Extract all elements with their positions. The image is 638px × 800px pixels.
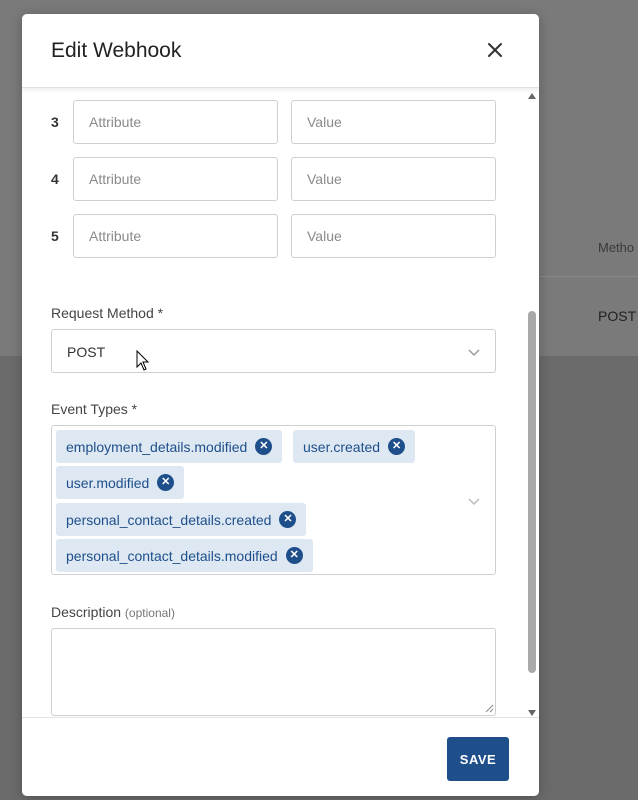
event-tag-label: personal_contact_details.modified: [66, 547, 278, 564]
optional-hint: (optional): [124, 606, 175, 620]
event-tag: user.created ✕: [293, 430, 416, 463]
save-button[interactable]: SAVE: [447, 737, 509, 781]
event-tag: employment_details.modified ✕: [56, 430, 283, 463]
close-button[interactable]: [484, 39, 506, 61]
attribute-row-4: 4: [22, 157, 539, 201]
modal-footer: SAVE: [22, 717, 539, 796]
background-column-header: Metho: [598, 240, 635, 255]
background-table-divider: [540, 276, 638, 277]
value-input-4[interactable]: [291, 157, 496, 201]
event-tag-label: user.modified: [66, 474, 150, 491]
mouse-cursor-icon: [136, 350, 150, 371]
description-textarea[interactable]: [51, 628, 496, 716]
value-input-3[interactable]: [291, 100, 496, 144]
attribute-input-3[interactable]: [73, 100, 278, 144]
scroll-up-icon[interactable]: [527, 91, 537, 101]
background-table-cell: POST: [598, 308, 637, 324]
chevron-down-icon[interactable]: [467, 494, 481, 508]
event-tag-label: employment_details.modified: [66, 438, 248, 455]
attribute-index: 5: [51, 228, 59, 244]
modal-title: Edit Webhook: [51, 39, 182, 62]
attribute-row-3: 3: [22, 100, 539, 144]
scrollbar-thumb[interactable]: [528, 311, 536, 673]
value-input-5[interactable]: [291, 214, 496, 258]
request-method-value: POST: [67, 344, 106, 360]
attribute-input-4[interactable]: [73, 157, 278, 201]
attribute-index: 3: [51, 114, 59, 130]
event-tag-label: personal_contact_details.created: [66, 511, 272, 528]
tag-remove-icon[interactable]: ✕: [279, 511, 297, 528]
tag-remove-icon[interactable]: ✕: [285, 547, 303, 564]
attribute-index: 4: [51, 171, 59, 187]
request-method-label: Request Method *: [51, 305, 164, 321]
tag-remove-icon[interactable]: ✕: [255, 438, 273, 455]
description-label: Description (optional): [51, 604, 175, 620]
description-label-text: Description: [51, 604, 122, 620]
modal-header: Edit Webhook: [22, 14, 539, 88]
event-tag: personal_contact_details.modified ✕: [56, 539, 313, 572]
event-tag-label: user.created: [303, 438, 381, 455]
event-types-multiselect[interactable]: employment_details.modified ✕ user.creat…: [51, 425, 496, 575]
event-tag: user.modified ✕: [56, 466, 185, 499]
request-method-select[interactable]: POST: [51, 329, 496, 373]
event-types-label: Event Types *: [51, 401, 138, 417]
edit-webhook-modal: Edit Webhook 3 4 5 Request Method * POST: [22, 14, 539, 796]
tag-remove-icon[interactable]: ✕: [157, 474, 175, 491]
chevron-down-icon: [468, 349, 480, 357]
close-icon: [488, 43, 502, 57]
attribute-row-5: 5: [22, 214, 539, 258]
modal-body: 3 4 5 Request Method * POST Event Types …: [22, 89, 539, 717]
event-tag: personal_contact_details.created ✕: [56, 503, 307, 536]
attribute-input-5[interactable]: [73, 214, 278, 258]
resize-grip-icon[interactable]: [484, 703, 494, 713]
tag-remove-icon[interactable]: ✕: [388, 438, 406, 455]
